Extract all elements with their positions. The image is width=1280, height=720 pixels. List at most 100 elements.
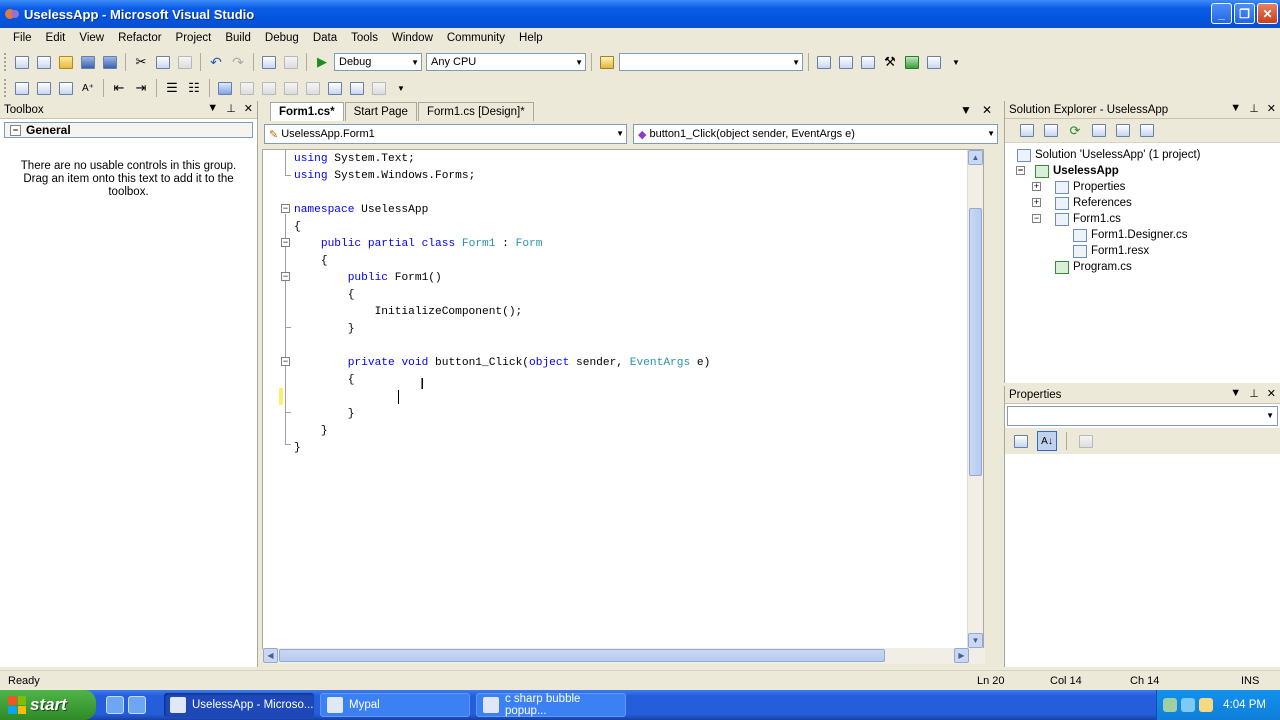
menu-build[interactable]: Build bbox=[218, 32, 258, 44]
undo-icon[interactable]: ↶ bbox=[206, 52, 226, 72]
view-code-icon[interactable] bbox=[1089, 121, 1109, 141]
menu-project[interactable]: Project bbox=[169, 32, 219, 44]
solution-platform-dropdown[interactable]: Any CPU ▼ bbox=[426, 53, 586, 71]
close-button[interactable]: ✕ bbox=[1257, 3, 1278, 24]
menu-help[interactable]: Help bbox=[512, 32, 550, 44]
menu-file[interactable]: File bbox=[6, 32, 39, 44]
comment-lines-icon[interactable]: ☰ bbox=[162, 78, 182, 98]
vertical-scroll-thumb[interactable] bbox=[969, 208, 982, 476]
next-bookmark-document-icon[interactable] bbox=[347, 78, 367, 98]
uncomment-lines-icon[interactable]: ☷ bbox=[184, 78, 204, 98]
toolbar-grip[interactable] bbox=[4, 79, 8, 97]
taskbar-item-visual-studio[interactable]: UselessApp - Microso... bbox=[164, 693, 314, 717]
navigate-forward-icon[interactable] bbox=[281, 52, 301, 72]
horizontal-scroll-thumb[interactable] bbox=[279, 649, 885, 662]
internet-explorer-icon[interactable] bbox=[106, 696, 124, 714]
menu-view[interactable]: View bbox=[72, 32, 111, 44]
collapse-constructor-icon[interactable]: − bbox=[281, 272, 290, 281]
tree-node-project[interactable]: − UselessApp bbox=[1005, 163, 1280, 179]
toggle-bookmark-icon[interactable] bbox=[215, 78, 235, 98]
solution-explorer-icon[interactable] bbox=[814, 52, 834, 72]
expand-icon[interactable]: + bbox=[1032, 182, 1041, 191]
show-desktop-icon[interactable] bbox=[128, 696, 146, 714]
tree-node-properties[interactable]: + Properties bbox=[1005, 179, 1280, 195]
auto-hide-pin-icon[interactable]: ⊥ bbox=[1249, 102, 1259, 115]
scroll-left-icon[interactable]: ◀ bbox=[263, 648, 278, 663]
taskbar-item-mypal[interactable]: Mypal bbox=[320, 693, 470, 717]
network-icon[interactable] bbox=[1181, 698, 1196, 712]
display-parameter-info-icon[interactable] bbox=[34, 78, 54, 98]
tab-form1-design[interactable]: Form1.cs [Design]* bbox=[417, 102, 534, 121]
toolbar-grip[interactable] bbox=[4, 53, 8, 71]
clock[interactable]: 4:04 PM bbox=[1223, 699, 1266, 711]
restore-button[interactable]: ❐ bbox=[1234, 3, 1255, 24]
save-all-icon[interactable] bbox=[100, 52, 120, 72]
window-position-icon[interactable]: ▼ bbox=[1230, 387, 1241, 400]
new-project-icon[interactable] bbox=[12, 52, 32, 72]
view-designer-icon[interactable] bbox=[1113, 121, 1133, 141]
auto-hide-pin-icon[interactable]: ⊥ bbox=[226, 102, 236, 115]
active-files-dropdown-icon[interactable]: ▼ bbox=[960, 103, 972, 117]
solution-configuration-dropdown[interactable]: Debug ▼ bbox=[334, 53, 422, 71]
tree-node-references[interactable]: + References bbox=[1005, 195, 1280, 211]
properties-icon[interactable] bbox=[1017, 121, 1037, 141]
tree-node-solution[interactable]: Solution 'UselessApp' (1 project) bbox=[1005, 147, 1280, 163]
window-position-icon[interactable]: ▼ bbox=[207, 102, 218, 115]
alphabetical-icon[interactable]: A↓ bbox=[1037, 431, 1057, 451]
volume-icon[interactable] bbox=[1199, 698, 1214, 712]
auto-hide-pin-icon[interactable]: ⊥ bbox=[1249, 387, 1259, 400]
start-page-icon[interactable] bbox=[902, 52, 922, 72]
menu-community[interactable]: Community bbox=[440, 32, 512, 44]
toolbox-group-general[interactable]: − General bbox=[4, 122, 253, 138]
expand-icon[interactable]: + bbox=[1032, 198, 1041, 207]
add-item-icon[interactable] bbox=[34, 52, 54, 72]
menu-refactor[interactable]: Refactor bbox=[111, 32, 168, 44]
refresh-icon[interactable]: ⟳ bbox=[1065, 121, 1085, 141]
menu-window[interactable]: Window bbox=[385, 32, 440, 44]
object-browser-icon[interactable] bbox=[858, 52, 878, 72]
menu-data[interactable]: Data bbox=[306, 32, 344, 44]
tree-node-form1[interactable]: − Form1.cs bbox=[1005, 211, 1280, 227]
collapse-icon[interactable]: − bbox=[1016, 166, 1025, 175]
menu-tools[interactable]: Tools bbox=[344, 32, 385, 44]
object-selector-dropdown[interactable]: ▼ bbox=[1007, 406, 1278, 426]
close-document-icon[interactable]: ✕ bbox=[982, 103, 992, 117]
vertical-scrollbar[interactable]: ▲ ▼ bbox=[967, 150, 983, 648]
other-windows-icon[interactable] bbox=[924, 52, 944, 72]
types-dropdown[interactable]: ✎ UselessApp.Form1 ▼ bbox=[264, 124, 627, 144]
menu-debug[interactable]: Debug bbox=[258, 32, 306, 44]
scroll-up-icon[interactable]: ▲ bbox=[968, 150, 983, 165]
save-icon[interactable] bbox=[78, 52, 98, 72]
increase-indent-icon[interactable]: ⇥ bbox=[131, 78, 151, 98]
close-icon[interactable]: ✕ bbox=[1267, 387, 1276, 400]
scroll-down-icon[interactable]: ▼ bbox=[968, 633, 983, 648]
close-icon[interactable]: ✕ bbox=[244, 102, 253, 115]
toolbox-icon[interactable]: ⚒ bbox=[880, 52, 900, 72]
tree-node-form1-resx[interactable]: Form1.resx bbox=[1005, 243, 1280, 259]
scroll-right-icon[interactable]: ▶ bbox=[954, 648, 969, 663]
copy-icon[interactable] bbox=[153, 52, 173, 72]
clear-bookmarks-icon[interactable] bbox=[369, 78, 389, 98]
previous-bookmark-folder-icon[interactable] bbox=[281, 78, 301, 98]
display-word-completion-icon[interactable]: A⁺ bbox=[78, 78, 98, 98]
title-bar[interactable]: UselessApp - Microsoft Visual Studio _ ❐… bbox=[0, 0, 1280, 28]
code-editor[interactable]: − − − − using System.Text; using System.… bbox=[262, 149, 985, 664]
tree-node-program[interactable]: Program.cs bbox=[1005, 259, 1280, 275]
cut-icon[interactable]: ✂ bbox=[131, 52, 151, 72]
collapse-method-icon[interactable]: − bbox=[281, 357, 290, 366]
find-in-files-icon[interactable] bbox=[597, 52, 617, 72]
toolbar-options-icon[interactable]: ▼ bbox=[391, 78, 411, 98]
display-object-members-icon[interactable] bbox=[12, 78, 32, 98]
start-button[interactable]: start bbox=[0, 690, 96, 720]
tray-app-icon[interactable] bbox=[1163, 698, 1178, 712]
indicator-margin[interactable] bbox=[263, 150, 279, 648]
properties-window-icon[interactable] bbox=[836, 52, 856, 72]
display-quick-info-icon[interactable] bbox=[56, 78, 76, 98]
horizontal-scrollbar[interactable]: ◀ ▶ bbox=[263, 648, 985, 664]
previous-bookmark-document-icon[interactable] bbox=[325, 78, 345, 98]
collapse-icon[interactable]: − bbox=[10, 124, 21, 136]
next-bookmark-folder-icon[interactable] bbox=[303, 78, 323, 98]
open-file-icon[interactable] bbox=[56, 52, 76, 72]
minimize-button[interactable]: _ bbox=[1211, 3, 1232, 24]
tree-node-form1-designer[interactable]: Form1.Designer.cs bbox=[1005, 227, 1280, 243]
